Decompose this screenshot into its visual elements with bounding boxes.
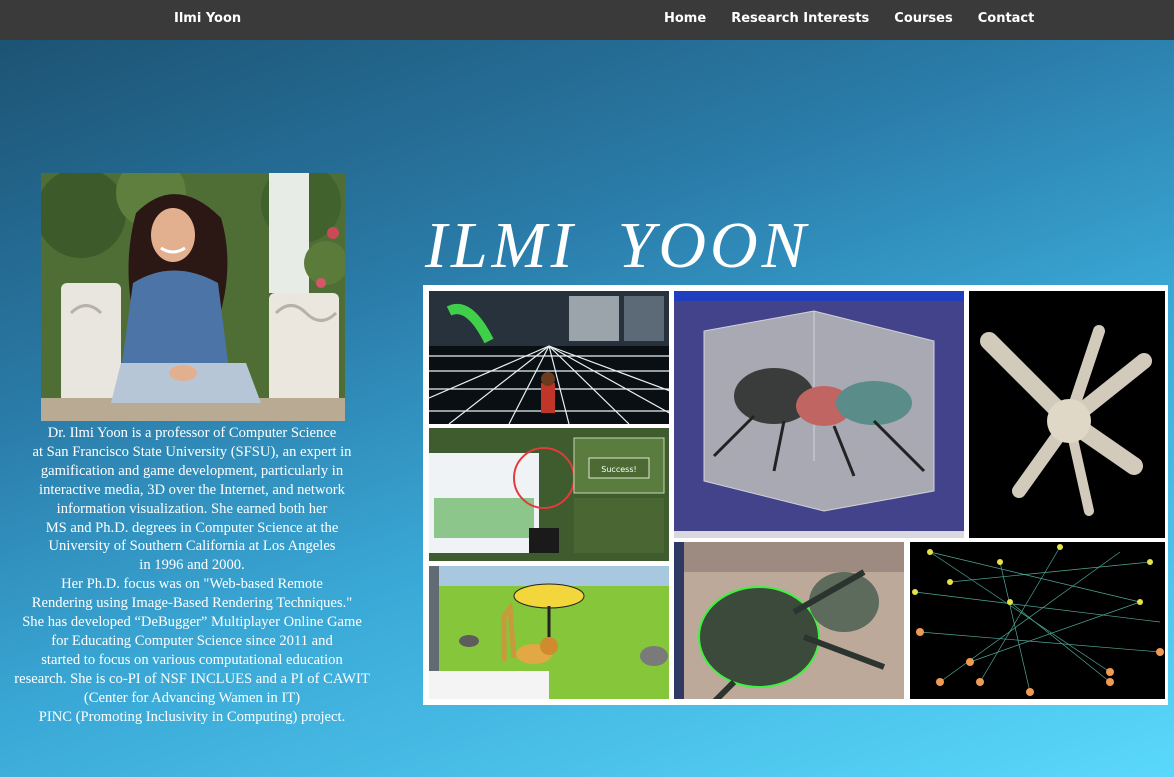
montage-ant-volume-render-image: [674, 291, 964, 538]
portrait-photo: [41, 173, 345, 421]
montage-game-ui-image: Success!: [429, 428, 669, 561]
montage-3d-branching-render-image: [969, 291, 1165, 538]
research-montage: Success!: [423, 285, 1168, 705]
nav-home[interactable]: Home: [664, 11, 706, 26]
nav-courses[interactable]: Courses: [894, 11, 952, 26]
nav-contact[interactable]: Contact: [978, 11, 1035, 26]
nav-links: Home Research Interests Courses Contact: [664, 11, 1059, 26]
montage-virtual-world-image: [429, 291, 669, 424]
brand-link[interactable]: Ilmi Yoon: [174, 11, 241, 26]
success-label: Success!: [601, 465, 636, 474]
bio-text: Dr. Ilmi Yoon is a professor of Computer…: [14, 425, 370, 725]
montage-network-visualization-image: [910, 542, 1165, 699]
montage-ant-head-image: [674, 542, 904, 699]
page-title: ILMI YOON: [425, 209, 810, 282]
top-navbar: Ilmi Yoon Home Research Interests Course…: [0, 0, 1174, 40]
nav-research-interests[interactable]: Research Interests: [731, 11, 869, 26]
montage-savanna-image: [429, 566, 669, 699]
